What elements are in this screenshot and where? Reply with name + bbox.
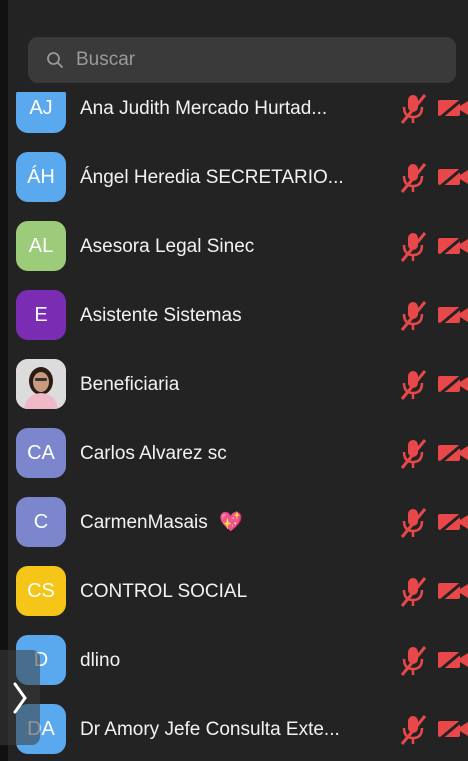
- avatar: AL: [16, 221, 66, 271]
- avatar: E: [16, 290, 66, 340]
- muted-mic-icon[interactable]: [398, 93, 428, 125]
- participant-name: Beneficiaria: [80, 374, 180, 395]
- video-off-icon[interactable]: [438, 580, 468, 602]
- participant-name: Carlos Alvarez sc: [80, 443, 227, 464]
- participant-row[interactable]: Beneficiaria: [8, 350, 468, 419]
- muted-mic-icon[interactable]: [398, 231, 428, 263]
- left-edge: [0, 0, 8, 761]
- participant-row[interactable]: DA Dr Amory Jefe Consulta Exte...: [8, 695, 468, 761]
- video-off-icon[interactable]: [438, 304, 468, 326]
- participant-row[interactable]: C CarmenMasais 💖: [8, 488, 468, 557]
- muted-mic-icon[interactable]: [398, 162, 428, 194]
- participant-name: CONTROL SOCIAL: [80, 581, 248, 602]
- muted-mic-icon[interactable]: [398, 369, 428, 401]
- video-off-icon[interactable]: [438, 718, 468, 740]
- participant-name: dlino: [80, 650, 121, 671]
- participant-name: Asistente Sistemas: [80, 305, 242, 326]
- search-placeholder: Buscar: [76, 49, 136, 70]
- participant-row[interactable]: D dlino: [8, 626, 468, 695]
- participant-name: Ángel Heredia SECRETARIO...: [80, 167, 344, 188]
- chevron-right-icon: [13, 682, 27, 713]
- participant-row[interactable]: E Asistente Sistemas: [8, 281, 468, 350]
- video-off-icon[interactable]: [438, 442, 468, 464]
- video-off-icon[interactable]: [438, 235, 468, 257]
- muted-mic-icon[interactable]: [398, 300, 428, 332]
- search-input[interactable]: Buscar: [28, 37, 456, 83]
- video-off-icon[interactable]: [438, 373, 468, 395]
- avatar-photo: [16, 359, 66, 409]
- participant-name: CarmenMasais 💖: [80, 488, 243, 557]
- participant-row[interactable]: AL Asesora Legal Sinec: [8, 212, 468, 281]
- participant-name: Dr Amory Jefe Consulta Exte...: [80, 719, 340, 740]
- participant-row[interactable]: ÁH Ángel Heredia SECRETARIO...: [8, 143, 468, 212]
- collapse-handle[interactable]: [0, 650, 40, 745]
- avatar: C: [16, 497, 66, 547]
- video-off-icon[interactable]: [438, 166, 468, 188]
- avatar: CS: [16, 566, 66, 616]
- muted-mic-icon[interactable]: [398, 645, 428, 677]
- participant-row[interactable]: CS CONTROL SOCIAL: [8, 557, 468, 626]
- participant-row[interactable]: CA Carlos Alvarez sc: [8, 419, 468, 488]
- muted-mic-icon[interactable]: [398, 438, 428, 470]
- participant-name: Asesora Legal Sinec: [80, 236, 255, 257]
- muted-mic-icon[interactable]: [398, 714, 428, 746]
- avatar: CA: [16, 428, 66, 478]
- muted-mic-icon[interactable]: [398, 507, 428, 539]
- sparkling-heart-emoji: 💖: [219, 512, 243, 533]
- muted-mic-icon[interactable]: [398, 576, 428, 608]
- avatar: ÁH: [16, 152, 66, 202]
- participant-name-text: CarmenMasais: [80, 512, 208, 533]
- search-header: Buscar: [8, 0, 468, 92]
- video-off-icon[interactable]: [438, 511, 468, 533]
- participants-list[interactable]: AJ Ana Judith Mercado Hurtad... ÁH Ángel…: [8, 0, 468, 761]
- person-photo-icon: [16, 359, 66, 409]
- video-off-icon[interactable]: [438, 97, 468, 119]
- search-icon: [47, 52, 64, 69]
- video-off-icon[interactable]: [438, 649, 468, 671]
